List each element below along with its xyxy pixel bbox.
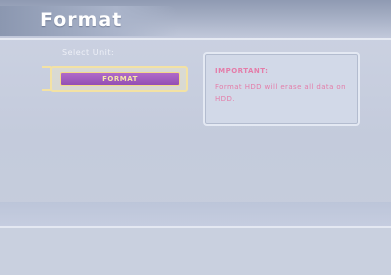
format-button[interactable]: FORMAT: [60, 72, 180, 86]
format-button-focus: FORMAT: [50, 66, 188, 92]
page-title: Format: [40, 9, 123, 31]
header-bar: Format: [0, 0, 391, 38]
select-unit-label: Select Unit:: [62, 48, 115, 57]
bottom-band: [0, 202, 391, 227]
header-divider: [0, 38, 391, 40]
warning-message: Format HDD will erase all data on HDD.: [215, 83, 346, 103]
warning-heading: IMPORTANT:: [215, 67, 269, 75]
footer-area: [0, 228, 391, 275]
format-screen: Format Select Unit: FORMAT IMPORTANT: Fo…: [0, 0, 391, 275]
info-panel: IMPORTANT: Format HDD will erase all dat…: [203, 52, 360, 126]
